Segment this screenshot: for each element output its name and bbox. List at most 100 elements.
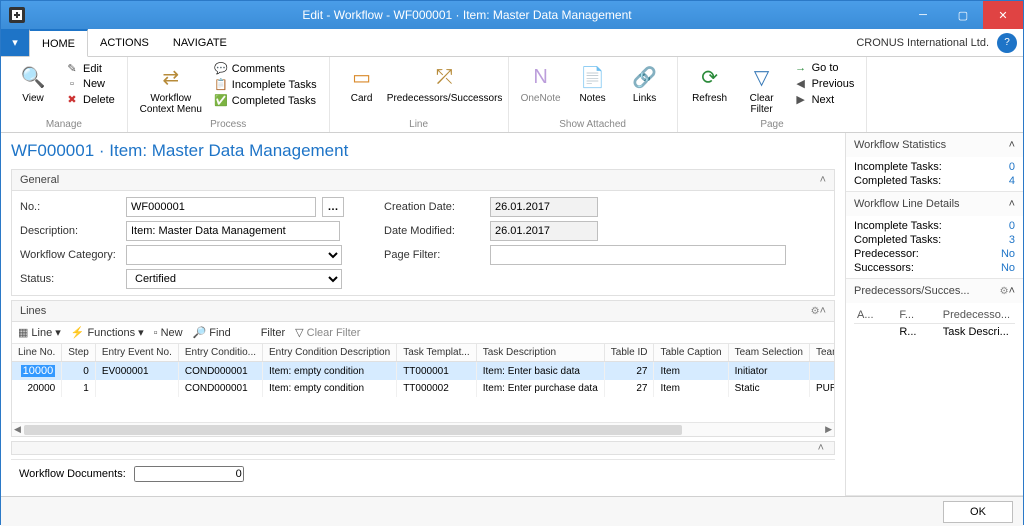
close-button[interactable]: ✕: [983, 1, 1023, 29]
task-icon: 📋: [214, 78, 228, 91]
modified-date-field: [490, 221, 598, 241]
collapser[interactable]: ˄: [11, 441, 835, 455]
help-button[interactable]: ?: [997, 33, 1017, 53]
app-icon: [9, 7, 25, 23]
new-line-icon: ▫: [154, 327, 158, 339]
lines-heading: Lines: [20, 305, 807, 317]
predsucc-table[interactable]: A...F...Predecesso... R...Task Descri...: [854, 307, 1015, 340]
notes-icon: 📄: [579, 63, 607, 91]
next-button[interactable]: ▶Next: [790, 92, 859, 107]
links-button[interactable]: 🔗Links: [621, 59, 669, 104]
collapse-lines-icon[interactable]: ˄: [820, 305, 826, 317]
predsucc-collapse-icon[interactable]: ˄: [1009, 285, 1015, 297]
line-find-button[interactable]: 🔎Find: [193, 326, 231, 339]
arrow-left-icon: ◀: [794, 77, 808, 90]
minimize-button[interactable]: ─: [903, 1, 943, 29]
line-menu[interactable]: ▦Line ▾: [18, 326, 61, 339]
line-filter-button[interactable]: Filter: [261, 327, 285, 339]
comment-icon: 💬: [214, 62, 228, 75]
linedet-title: Workflow Line Details: [854, 198, 1009, 210]
window-title: Edit - Workflow - WF000001 · Item: Maste…: [31, 8, 903, 22]
tab-home[interactable]: HOME: [29, 29, 88, 57]
refresh-button[interactable]: ⟳Refresh: [686, 59, 734, 104]
no-label: No.:: [20, 201, 120, 213]
context-menu-button[interactable]: ⇄Workflow Context Menu: [136, 59, 206, 115]
category-select[interactable]: [126, 245, 342, 265]
task-done-icon: ✅: [214, 94, 228, 107]
view-icon: 🔍: [19, 63, 47, 91]
maximize-button[interactable]: ▢: [943, 1, 983, 29]
predsucc-gear-icon[interactable]: ⚙: [1000, 286, 1009, 297]
pred-succ-button[interactable]: ⤱Predecessors/Successors: [390, 59, 500, 104]
ribbon: 🔍View ✎Edit ▫New ✖Delete Manage ⇄Workflo…: [1, 57, 1023, 133]
mdate-label: Date Modified:: [384, 225, 484, 237]
no-lookup-button[interactable]: …: [322, 197, 344, 217]
links-icon: 🔗: [631, 63, 659, 91]
card-button[interactable]: ▭Card: [338, 59, 386, 104]
general-heading: General: [20, 174, 820, 186]
ok-button[interactable]: OK: [943, 501, 1013, 523]
docs-field: [134, 466, 244, 482]
status-select[interactable]: Certified: [126, 269, 342, 289]
table-row[interactable]: 20000 1 COND000001 Item: empty condition…: [12, 380, 834, 397]
refresh-icon: ⟳: [696, 63, 724, 91]
view-button[interactable]: 🔍View: [9, 59, 57, 104]
company-label[interactable]: CRONUS International Ltd.: [848, 29, 997, 56]
desc-field[interactable]: [126, 221, 340, 241]
table-row[interactable]: 10000 0 EV000001 COND000001 Item: empty …: [12, 362, 834, 381]
line-clear-filter-button[interactable]: ▽Clear Filter: [295, 326, 360, 339]
lines-table[interactable]: Line No. Step Entry Event No. Entry Cond…: [12, 344, 834, 397]
workflow-icon: ⇄: [157, 63, 185, 91]
stats-title: Workflow Statistics: [854, 139, 1009, 151]
page-filter-field[interactable]: [490, 245, 786, 265]
incomplete-tasks-button[interactable]: 📋Incomplete Tasks: [210, 77, 321, 92]
delete-button[interactable]: ✖Delete: [61, 92, 119, 107]
collapse-icon[interactable]: ˄: [820, 174, 826, 186]
page-title: WF000001 · Item: Master Data Management: [11, 141, 835, 161]
new-button[interactable]: ▫New: [61, 77, 119, 91]
comments-button[interactable]: 💬Comments: [210, 61, 321, 76]
tab-navigate[interactable]: NAVIGATE: [161, 29, 239, 56]
bolt-icon: ⚡: [71, 326, 85, 339]
predsucc-title: Predecessors/Succes...: [854, 285, 996, 297]
branch-icon: ⤱: [431, 63, 459, 91]
scroll-left-icon[interactable]: ◀: [14, 424, 21, 435]
delete-icon: ✖: [65, 93, 79, 106]
filter-clear-icon: ▽: [748, 63, 776, 91]
card-icon: ▭: [348, 63, 376, 91]
desc-label: Description:: [20, 225, 120, 237]
scroll-thumb[interactable]: [24, 425, 682, 435]
arrow-right-icon: →: [794, 62, 808, 74]
docs-label: Workflow Documents:: [19, 468, 126, 480]
stats-collapse-icon[interactable]: ˄: [1009, 139, 1015, 151]
line-new-button[interactable]: ▫New: [154, 327, 183, 339]
notes-button[interactable]: 📄Notes: [569, 59, 617, 104]
list-item[interactable]: R...Task Descri...: [854, 324, 1015, 341]
find-icon: 🔎: [193, 326, 207, 339]
stats-completed[interactable]: 4: [1009, 175, 1015, 187]
completed-tasks-button[interactable]: ✅Completed Tasks: [210, 93, 321, 108]
stats-incomplete[interactable]: 0: [1009, 161, 1015, 173]
lines-panel: Lines⚙˄ ▦Line ▾ ⚡Functions ▾ ▫New 🔎Find …: [11, 300, 835, 437]
onenote-icon: N: [527, 63, 555, 91]
creation-date-field: [490, 197, 598, 217]
previous-button[interactable]: ◀Previous: [790, 76, 859, 91]
clear-filter-button[interactable]: ▽Clear Filter: [738, 59, 786, 115]
general-panel: General˄ No.: … Description: Workflow Cat…: [11, 169, 835, 296]
goto-button[interactable]: →Go to: [790, 61, 859, 75]
tab-actions[interactable]: ACTIONS: [88, 29, 161, 56]
cat-label: Workflow Category:: [20, 249, 120, 261]
gear-icon[interactable]: ⚙: [811, 306, 820, 317]
status-label: Status:: [20, 273, 120, 285]
linedet-collapse-icon[interactable]: ˄: [1009, 198, 1015, 210]
clear-filter-icon: ▽: [295, 326, 303, 339]
arrow-right2-icon: ▶: [794, 93, 808, 106]
onenote-button[interactable]: NOneNote: [517, 59, 565, 104]
no-field[interactable]: [126, 197, 316, 217]
app-menu-dropdown[interactable]: ▾: [1, 29, 29, 56]
functions-menu[interactable]: ⚡Functions ▾: [71, 326, 144, 339]
edit-button[interactable]: ✎Edit: [61, 61, 119, 76]
horizontal-scrollbar[interactable]: ◀▶: [12, 422, 834, 436]
scroll-right-icon[interactable]: ▶: [825, 424, 832, 435]
new-icon: ▫: [65, 78, 79, 90]
